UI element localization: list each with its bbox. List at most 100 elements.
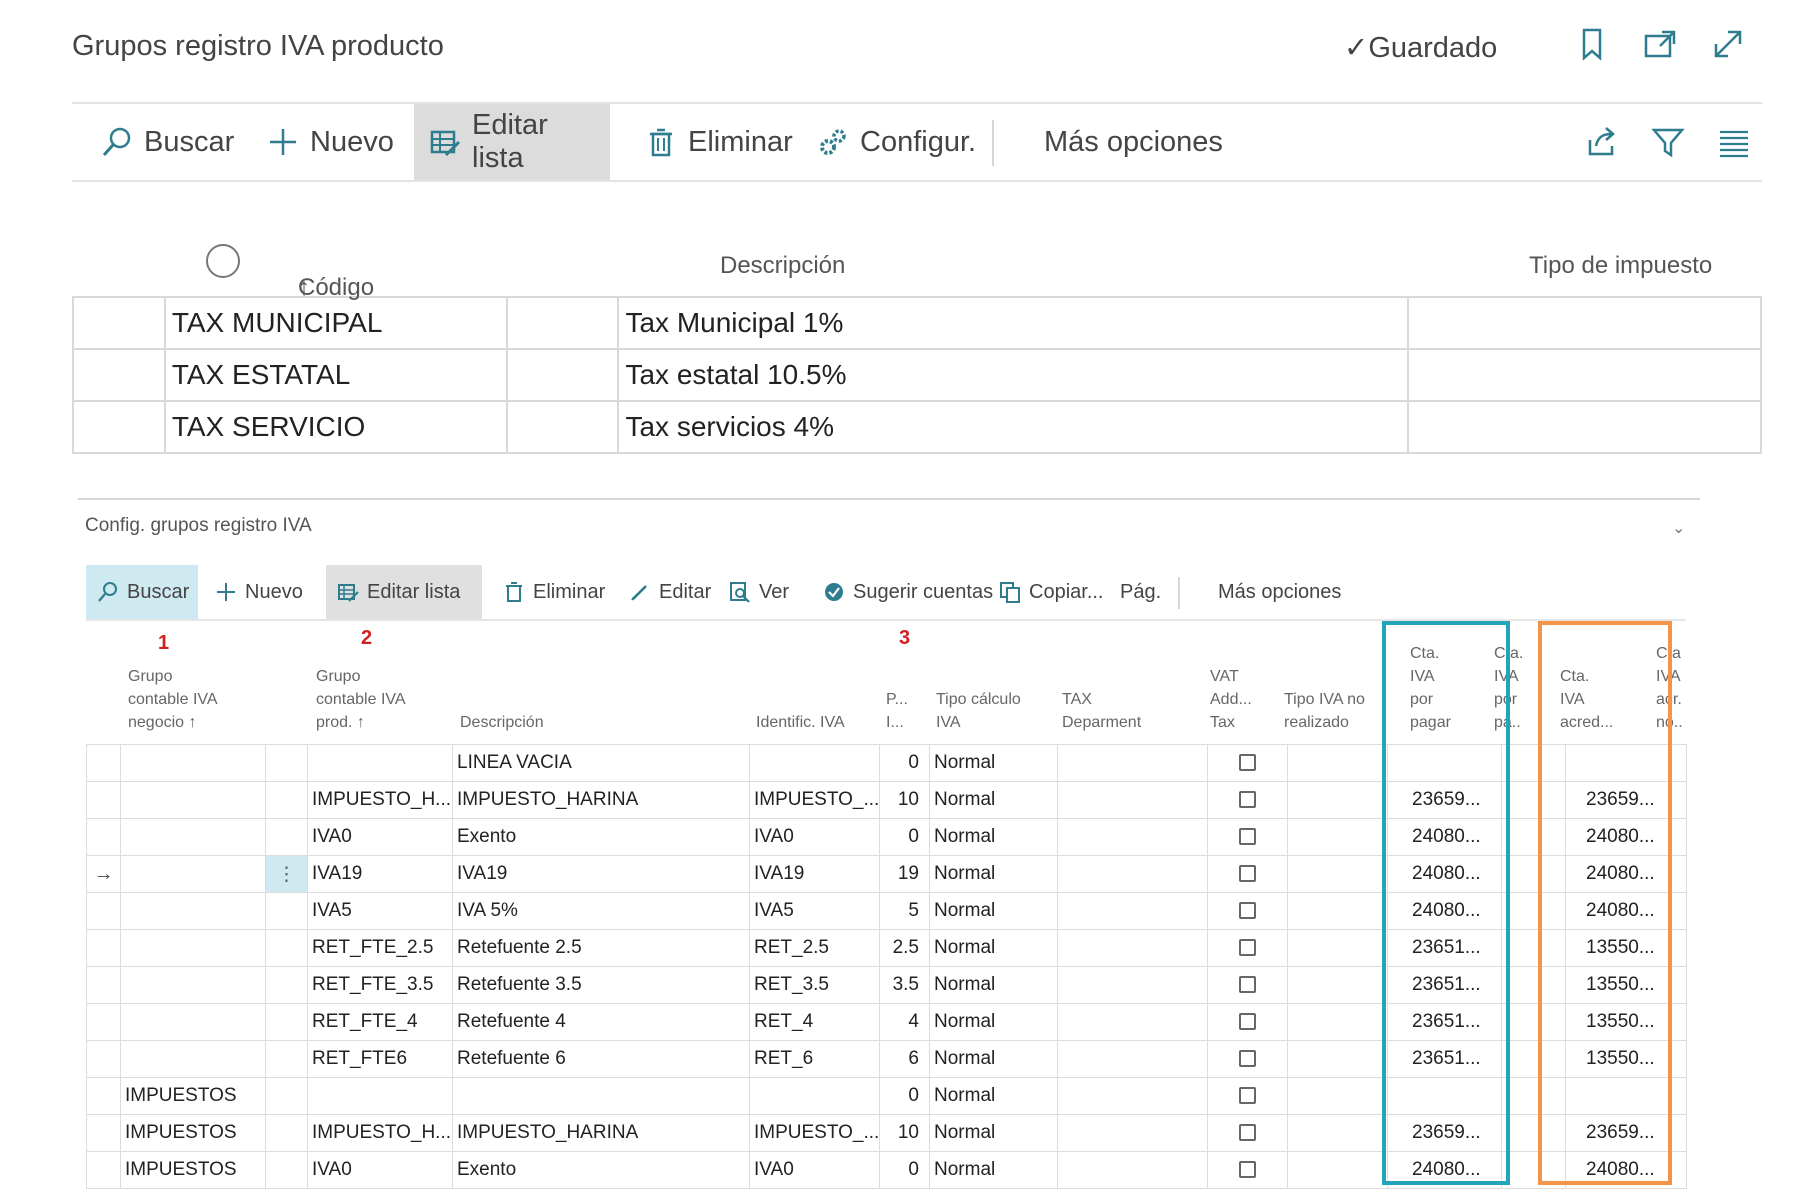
vat-identifier-cell[interactable]: IVA0 [749,1151,880,1189]
calc-type-cell[interactable]: Normal [929,781,1058,819]
tax-type-cell[interactable] [1406,348,1763,402]
sub-search-button[interactable]: Buscar [86,565,198,619]
vat-add-tax-checkbox[interactable] [1239,902,1256,920]
row-menu-cell[interactable] [265,1114,308,1152]
row-menu-cell[interactable] [265,966,308,1004]
column-header-tax-type[interactable]: Tipo de impuesto [1529,252,1712,280]
calc-type-cell[interactable]: Normal [929,855,1058,893]
business-group-cell[interactable] [120,1003,266,1041]
list-row[interactable]: TAX ESTATAL Tax estatal 10.5% [72,348,1763,402]
bookmark-icon[interactable] [1572,24,1612,64]
unrealized-type-cell[interactable] [1287,1003,1388,1041]
calc-type-cell[interactable]: Normal [929,744,1058,782]
vat-identifier-cell[interactable]: IVA5 [749,892,880,930]
description-cell[interactable]: Tax estatal 10.5% [617,348,1409,402]
description-cell[interactable]: Tax servicios 4% [617,400,1409,454]
unrealized-type-cell[interactable] [1287,1151,1388,1189]
product-group-cell[interactable]: RET_FTE_4 [307,1003,453,1041]
description-cell[interactable] [452,1077,750,1115]
description-cell[interactable]: IMPUESTO_HARINA [452,1114,750,1152]
calc-type-cell[interactable]: Normal [929,1114,1058,1152]
description-cell[interactable]: Retefuente 3.5 [452,966,750,1004]
calc-type-cell[interactable]: Normal [929,929,1058,967]
sub-suggest-accounts-button[interactable]: Sugerir cuentas [812,565,1003,619]
business-group-cell[interactable] [120,818,266,856]
product-group-cell[interactable]: RET_FTE6 [307,1040,453,1078]
unrealized-type-cell[interactable] [1287,744,1388,782]
tax-department-cell[interactable] [1057,744,1208,782]
sub-edit-list-button[interactable]: Editar lista [326,565,482,619]
vat-add-tax-checkbox[interactable] [1239,791,1256,809]
vat-pct-cell[interactable]: 10 [879,1114,930,1152]
vat-identifier-cell[interactable]: RET_6 [749,1040,880,1078]
tax-department-cell[interactable] [1057,818,1208,856]
vat-identifier-cell[interactable]: IVA0 [749,818,880,856]
description-cell[interactable]: Retefuente 2.5 [452,929,750,967]
row-menu-cell[interactable] [265,1040,308,1078]
more-options-button[interactable]: Más opciones [1030,104,1237,180]
sub-page-button[interactable]: Pág. [1110,565,1171,619]
select-all-radio[interactable] [206,244,240,278]
description-cell[interactable]: Exento [452,818,750,856]
tax-department-cell[interactable] [1057,892,1208,930]
business-group-cell[interactable] [120,744,266,782]
column-header-unrealized-type[interactable]: Tipo IVA no realizado [1284,688,1365,734]
list-view-icon[interactable] [1714,122,1754,162]
product-group-cell[interactable]: RET_FTE_3.5 [307,966,453,1004]
collapse-icon[interactable]: ⌄ [1672,518,1685,538]
row-menu-cell[interactable] [265,781,308,819]
description-cell[interactable]: Exento [452,1151,750,1189]
vat-pct-cell[interactable]: 4 [879,1003,930,1041]
vat-identifier-cell[interactable] [749,744,880,782]
row-selector[interactable] [72,348,166,402]
list-row[interactable]: TAX SERVICIO Tax servicios 4% [72,400,1763,454]
row-selector[interactable] [72,296,166,350]
row-menu-cell[interactable] [265,744,308,782]
row-menu-cell[interactable] [265,1003,308,1041]
vat-pct-cell[interactable]: 2.5 [879,929,930,967]
vat-add-tax-checkbox[interactable] [1239,939,1256,957]
vat-add-tax-checkbox[interactable] [1239,754,1256,772]
vat-pct-cell[interactable]: 19 [879,855,930,893]
row-menu-cell[interactable] [265,892,308,930]
configure-button[interactable]: Configur. [802,104,990,180]
vat-pct-cell[interactable]: 0 [879,744,930,782]
column-header-product-group[interactable]: Grupo contable IVA prod. ↑ [316,665,406,734]
business-group-cell[interactable]: IMPUESTOS [120,1114,266,1152]
tax-department-cell[interactable] [1057,1077,1208,1115]
unrealized-type-cell[interactable] [1287,892,1388,930]
tax-type-cell[interactable] [1406,296,1763,350]
column-header-tax-department[interactable]: TAX Deparment [1062,688,1141,734]
code-cell[interactable]: TAX SERVICIO [163,400,508,454]
code-cell[interactable]: TAX MUNICIPAL [163,296,508,350]
vat-add-tax-checkbox[interactable] [1239,1013,1256,1031]
unrealized-type-cell[interactable] [1287,1040,1388,1078]
vat-identifier-cell[interactable] [749,1077,880,1115]
sub-new-button[interactable]: Nuevo [204,565,313,619]
description-cell[interactable]: Tax Municipal 1% [617,296,1409,350]
product-group-cell[interactable] [307,1077,453,1115]
column-header-business-group[interactable]: Grupo contable IVA negocio ↑ [128,665,218,734]
column-header-description[interactable]: Descripción [460,711,544,734]
calc-type-cell[interactable]: Normal [929,892,1058,930]
sub-copy-button[interactable]: Copiar... [988,565,1113,619]
product-group-cell[interactable]: IVA19 [307,855,453,893]
description-cell[interactable]: Retefuente 4 [452,1003,750,1041]
unrealized-type-cell[interactable] [1287,929,1388,967]
vat-pct-cell[interactable]: 0 [879,1151,930,1189]
vat-add-tax-checkbox[interactable] [1239,976,1256,994]
row-menu-cell[interactable] [265,1151,308,1189]
calc-type-cell[interactable]: Normal [929,818,1058,856]
product-group-cell[interactable]: IMPUESTO_H... [307,781,453,819]
product-group-cell[interactable]: IVA0 [307,1151,453,1189]
column-header-vat-add-tax[interactable]: VAT Add... Tax [1210,665,1252,734]
new-button[interactable]: Nuevo [252,104,408,180]
tax-department-cell[interactable] [1057,781,1208,819]
list-row[interactable]: TAX MUNICIPAL Tax Municipal 1% [72,296,1763,350]
vat-identifier-cell[interactable]: IMPUESTO_... [749,1114,880,1152]
vat-pct-cell[interactable]: 5 [879,892,930,930]
product-group-cell[interactable]: RET_FTE_2.5 [307,929,453,967]
unrealized-type-cell[interactable] [1287,781,1388,819]
sub-view-button[interactable]: Ver [718,565,799,619]
business-group-cell[interactable] [120,966,266,1004]
